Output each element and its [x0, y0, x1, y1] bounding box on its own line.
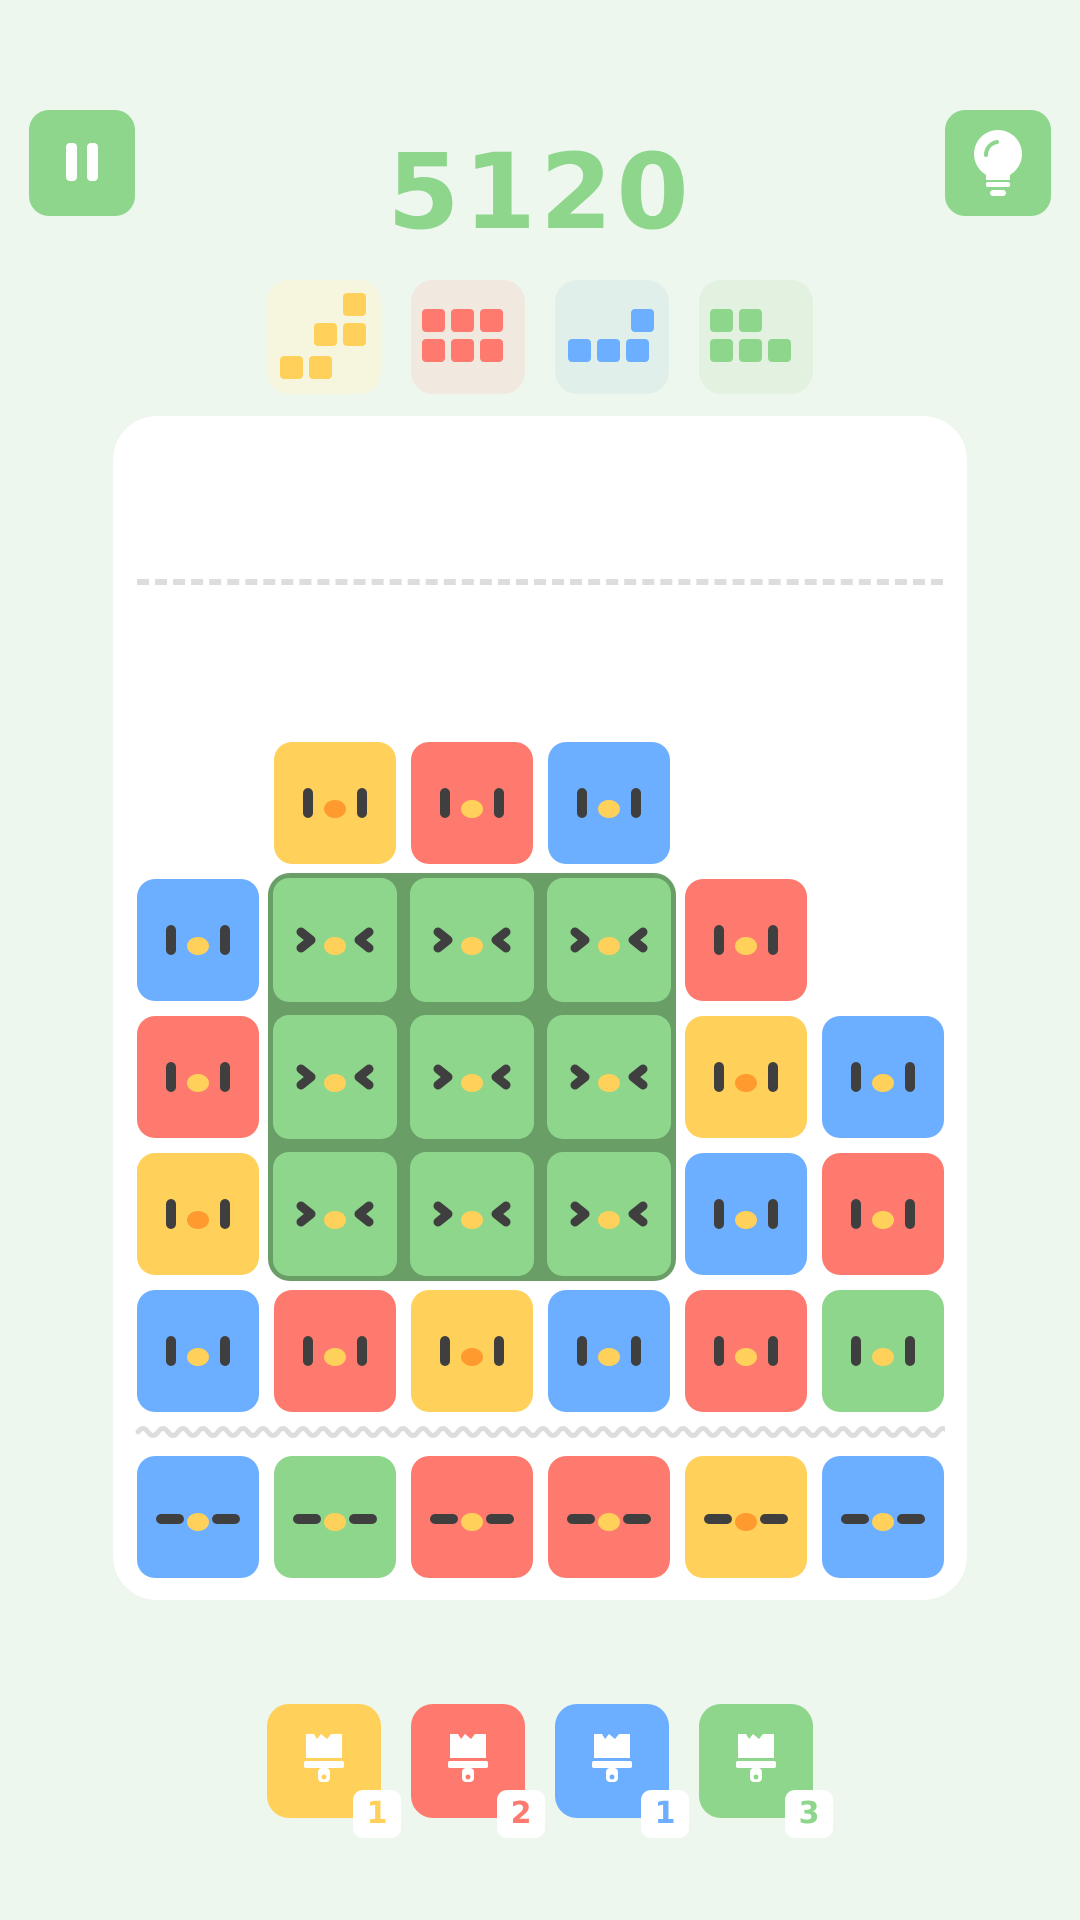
block-blue-r3-c4[interactable] [685, 1153, 807, 1275]
block-green-r1-c3[interactable] [547, 878, 671, 1002]
block-green-r2-c3[interactable] [547, 1015, 671, 1139]
tool-count-red: 2 [497, 1790, 545, 1838]
score-display: 5120 [387, 131, 693, 253]
incoming-block-blue-c0 [137, 1456, 259, 1578]
block-blue-r4-c3[interactable] [548, 1290, 670, 1412]
block-blue-r4-c0[interactable] [137, 1290, 259, 1412]
lightbulb-icon [974, 130, 1022, 196]
block-green-r3-c3[interactable] [547, 1152, 671, 1276]
incoming-block-blue-c5 [822, 1456, 944, 1578]
block-red-r4-c4[interactable] [685, 1290, 807, 1412]
block-yellow-r2-c4[interactable] [685, 1016, 807, 1138]
incoming-block-yellow-c4 [685, 1456, 807, 1578]
block-blue-r1-c0[interactable] [137, 879, 259, 1001]
game-board [113, 416, 967, 1600]
hint-button[interactable] [945, 110, 1051, 216]
goal-yellow-staircase [267, 280, 381, 394]
block-green-r1-c2[interactable] [410, 878, 534, 1002]
tool-count-green: 3 [785, 1790, 833, 1838]
block-green-r1-c1[interactable] [273, 878, 397, 1002]
block-green-r3-c1[interactable] [273, 1152, 397, 1276]
block-yellow-r3-c0[interactable] [137, 1153, 259, 1275]
goal-green-grid [699, 280, 813, 394]
block-red-r0-c2[interactable] [411, 742, 533, 864]
block-yellow-r4-c2[interactable] [411, 1290, 533, 1412]
danger-line [137, 579, 943, 585]
block-red-r4-c1[interactable] [274, 1290, 396, 1412]
block-red-r2-c0[interactable] [137, 1016, 259, 1138]
tool-count-blue: 1 [641, 1790, 689, 1838]
tool-count-yellow: 1 [353, 1790, 401, 1838]
block-red-r1-c4[interactable] [685, 879, 807, 1001]
block-green-r3-c2[interactable] [410, 1152, 534, 1276]
block-green-r2-c2[interactable] [410, 1015, 534, 1139]
block-yellow-r0-c1[interactable] [274, 742, 396, 864]
incoming-block-red-c3 [548, 1456, 670, 1578]
block-blue-r0-c3[interactable] [548, 742, 670, 864]
block-red-r3-c5[interactable] [822, 1153, 944, 1275]
block-green-r4-c5[interactable] [822, 1290, 944, 1412]
goal-blue-l-shape [555, 280, 669, 394]
block-blue-r2-c5[interactable] [822, 1016, 944, 1138]
divider-wave [135, 1426, 945, 1438]
block-green-r2-c1[interactable] [273, 1015, 397, 1139]
incoming-block-green-c1 [274, 1456, 396, 1578]
incoming-block-red-c2 [411, 1456, 533, 1578]
goal-red-grid [411, 280, 525, 394]
